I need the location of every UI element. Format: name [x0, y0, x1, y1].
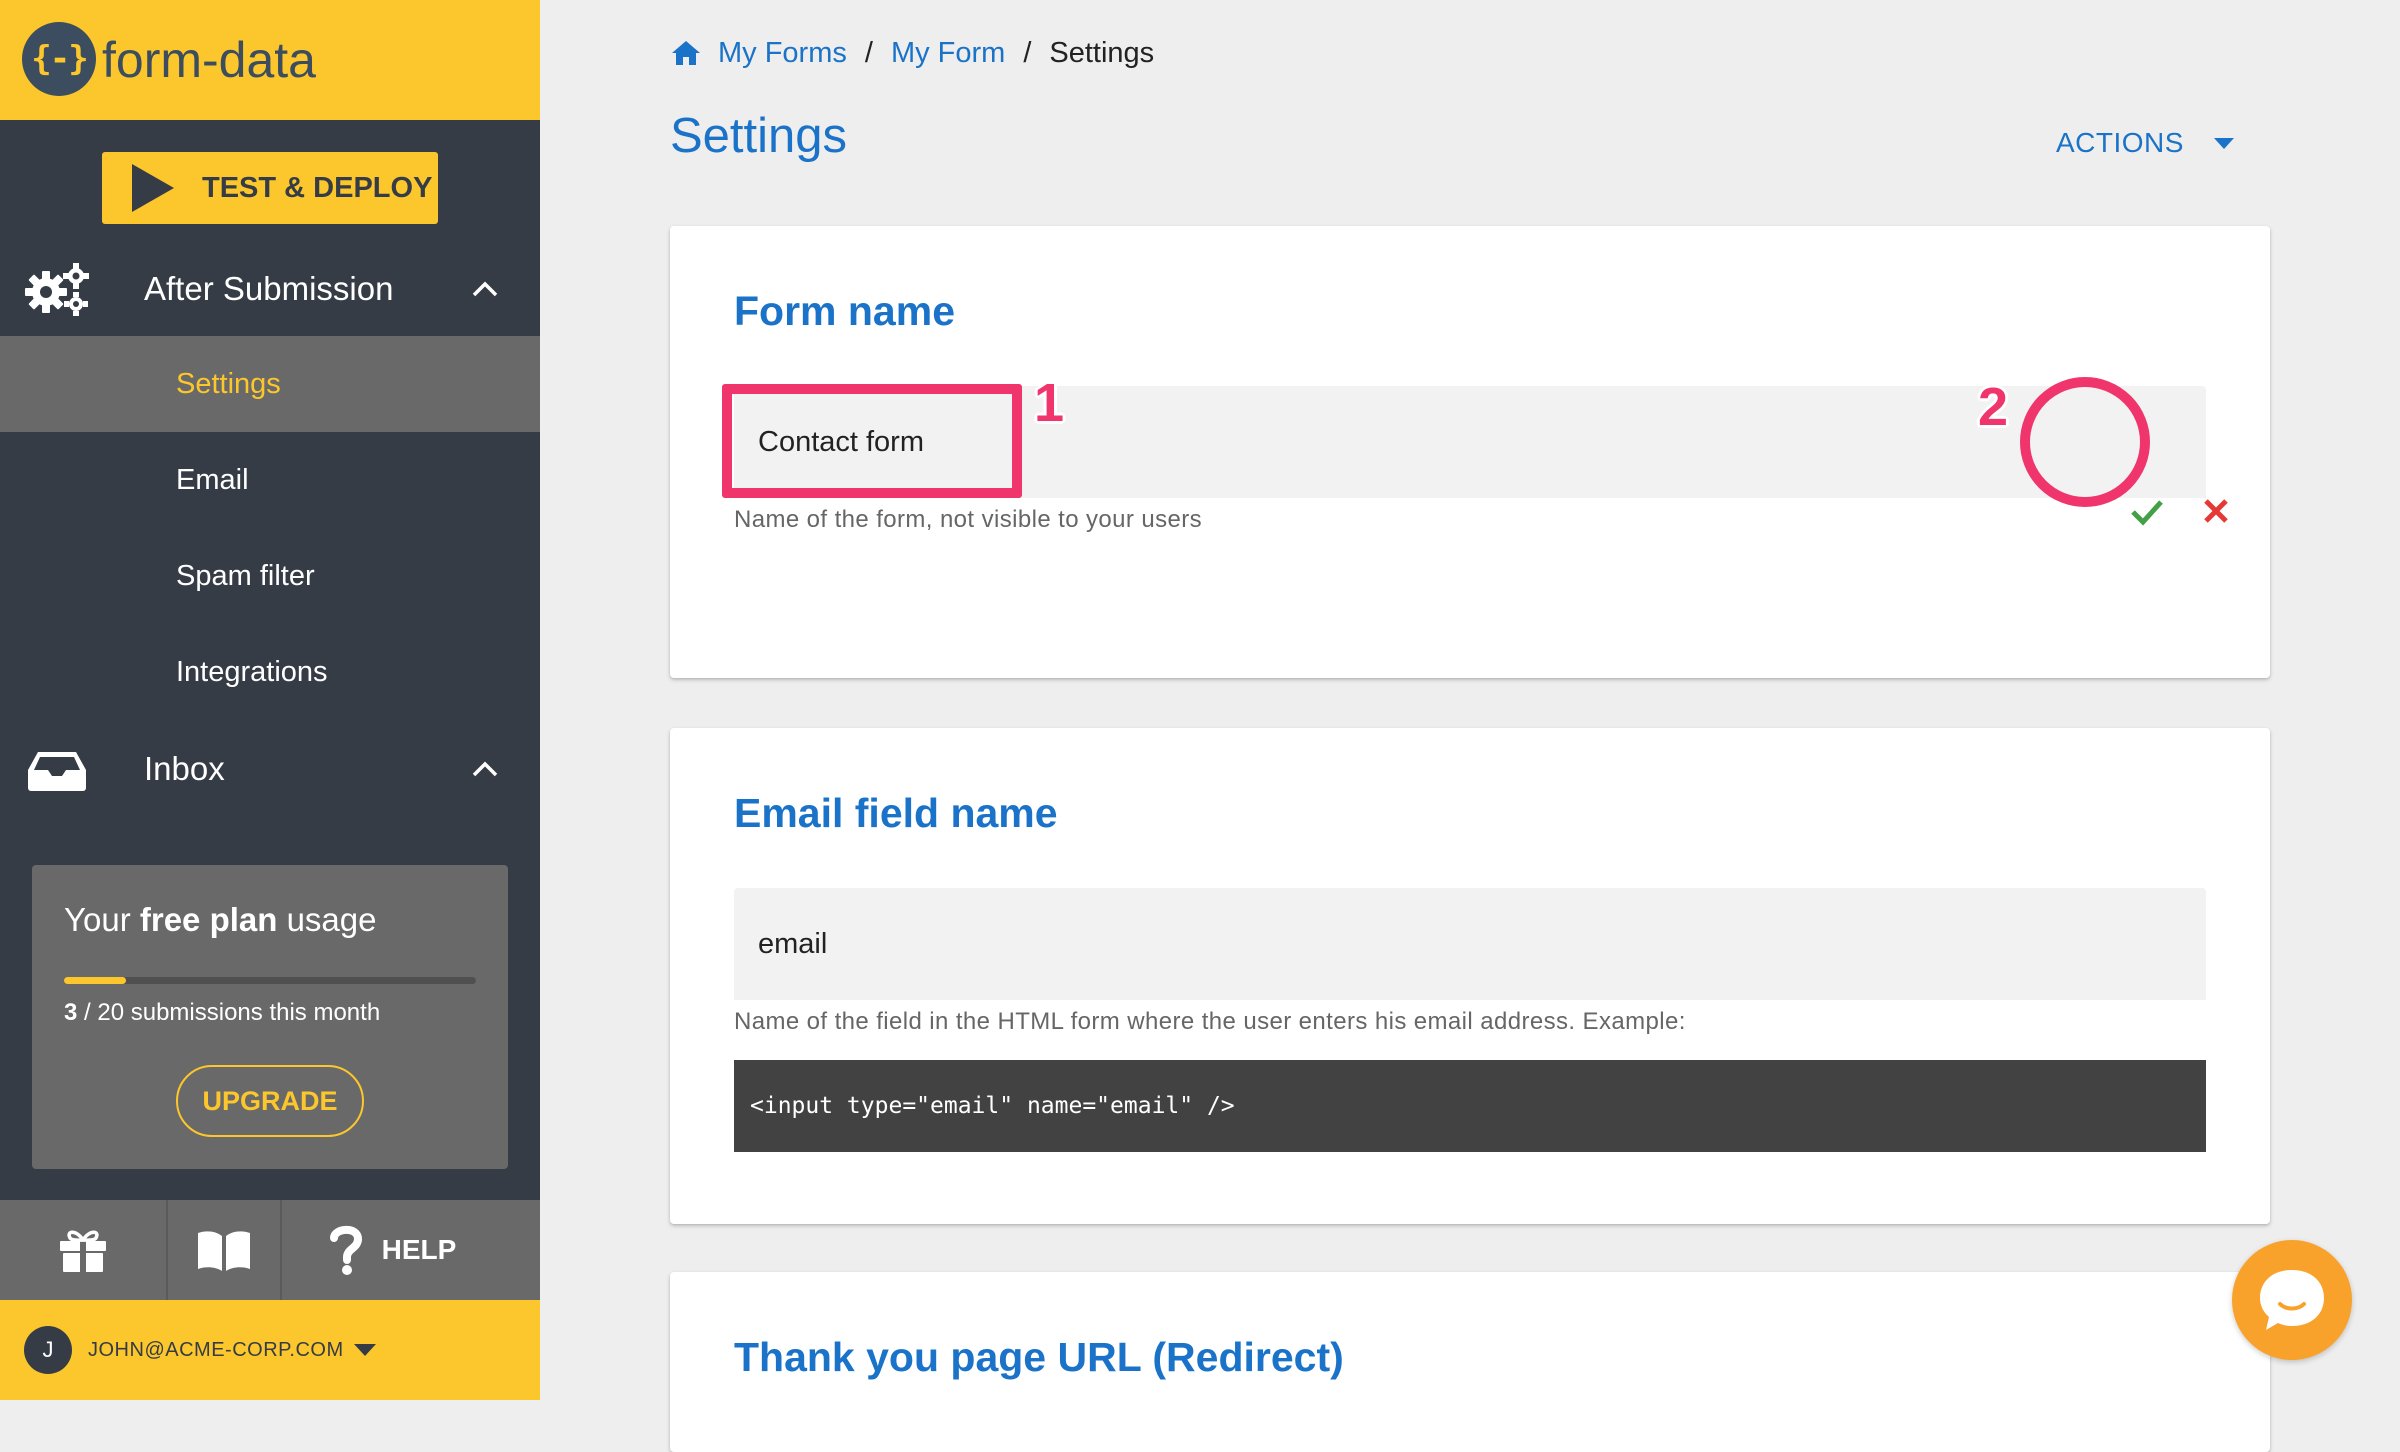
- account-menu[interactable]: J JOHN@ACME-CORP.COM: [0, 1300, 540, 1400]
- upgrade-button[interactable]: UPGRADE: [176, 1065, 364, 1137]
- annotation-box: [722, 384, 1022, 498]
- sidebar-item-integrations[interactable]: Integrations: [0, 624, 540, 720]
- sidebar-bottom-bar: HELP: [0, 1200, 540, 1300]
- sidebar-group-inbox[interactable]: Inbox: [0, 724, 540, 814]
- test-deploy-label: TEST & DEPLOY: [202, 171, 433, 204]
- logo-text: form-data: [102, 32, 316, 88]
- logo-bar: {-} form-data: [0, 0, 540, 120]
- form-name-hint: Name of the form, not visible to your us…: [734, 506, 1203, 533]
- sidebar-item-spam-filter[interactable]: Spam filter: [0, 528, 540, 624]
- usage-progress-bar: [64, 977, 476, 984]
- help-label: HELP: [381, 1234, 457, 1265]
- caret-down-icon: [354, 1344, 376, 1356]
- form-name-title: Form name: [734, 288, 955, 334]
- chevron-up-icon: [472, 281, 498, 297]
- avatar: J: [24, 1326, 72, 1374]
- sidebar: {-} form-data TEST & DEPLOY After Submis…: [0, 0, 540, 1400]
- sidebar-item-label: Settings: [176, 368, 281, 400]
- page-title: Settings: [670, 109, 848, 163]
- actions-menu-button[interactable]: ACTIONS: [2056, 120, 2234, 166]
- gears-icon: [25, 263, 89, 316]
- sidebar-item-settings[interactable]: Settings: [0, 336, 540, 432]
- thank-you-title: Thank you page URL (Redirect): [734, 1334, 1344, 1380]
- annotation-circle: [2020, 377, 2150, 507]
- usage-title-plan: free plan: [139, 901, 278, 938]
- breadcrumb-separator: /: [864, 36, 873, 69]
- plan-usage-card: Your free plan usage 3 / 20 submissions …: [32, 865, 508, 1169]
- thank-you-card: Thank you page URL (Redirect): [670, 1272, 2270, 1452]
- gift-button[interactable]: [0, 1200, 166, 1300]
- book-open-icon: [198, 1231, 250, 1271]
- usage-used: 3: [64, 999, 78, 1026]
- email-field-hint: Name of the field in the HTML form where…: [734, 1008, 1686, 1035]
- email-field-input[interactable]: [734, 888, 2206, 1000]
- sidebar-group-after-submission[interactable]: After Submission: [0, 244, 540, 334]
- sidebar-item-label: Spam filter: [176, 560, 315, 592]
- email-field-field: [734, 888, 2206, 1000]
- check-icon[interactable]: [2127, 491, 2167, 531]
- chat-icon: [2260, 1270, 2324, 1330]
- annotation-number-1: 1: [1034, 373, 1065, 433]
- usage-title-prefix: Your: [64, 901, 131, 938]
- chevron-up-icon: [472, 761, 498, 777]
- usage-limit-text: / 20 submissions this month: [84, 999, 381, 1026]
- close-icon[interactable]: [2200, 495, 2232, 527]
- annotation-number-2: 2: [1978, 377, 2009, 437]
- sidebar-group-label: Inbox: [144, 750, 225, 787]
- email-field-card: Email field name Name of the field in th…: [670, 728, 2270, 1224]
- sidebar-item-label: Email: [176, 464, 249, 496]
- code-example: <input type="email" name="email" />: [734, 1060, 2206, 1152]
- play-icon: [132, 164, 174, 212]
- caret-down-icon: [2213, 137, 2234, 149]
- logo-icon: {-}: [22, 22, 96, 96]
- chat-button[interactable]: [2232, 1240, 2352, 1360]
- breadcrumb-my-form[interactable]: My Form: [891, 37, 1005, 70]
- user-email: JOHN@ACME-CORP.COM: [88, 1339, 344, 1361]
- help-button[interactable]: HELP: [282, 1200, 502, 1300]
- usage-title: Your free plan usage: [64, 901, 377, 939]
- sidebar-item-email[interactable]: Email: [0, 432, 540, 528]
- sidebar-item-label: Integrations: [176, 656, 328, 688]
- sidebar-group-label: After Submission: [144, 270, 394, 307]
- actions-label: ACTIONS: [2056, 127, 2184, 158]
- usage-title-suffix: usage: [286, 901, 377, 938]
- breadcrumb-my-forms[interactable]: My Forms: [718, 37, 847, 70]
- question-icon: [329, 1225, 362, 1275]
- docs-button[interactable]: [168, 1200, 280, 1300]
- email-field-title: Email field name: [734, 790, 1058, 836]
- usage-progress-fill: [64, 977, 126, 984]
- usage-count: 3 / 20 submissions this month: [64, 999, 380, 1027]
- home-icon[interactable]: [670, 37, 702, 69]
- breadcrumb-separator: /: [1023, 36, 1032, 69]
- breadcrumb-current: Settings: [1049, 36, 1155, 69]
- gift-icon: [60, 1230, 106, 1272]
- test-deploy-button[interactable]: TEST & DEPLOY: [102, 152, 438, 224]
- inbox-icon: [28, 752, 86, 791]
- breadcrumb: My Forms / My Form / Settings: [670, 30, 1154, 76]
